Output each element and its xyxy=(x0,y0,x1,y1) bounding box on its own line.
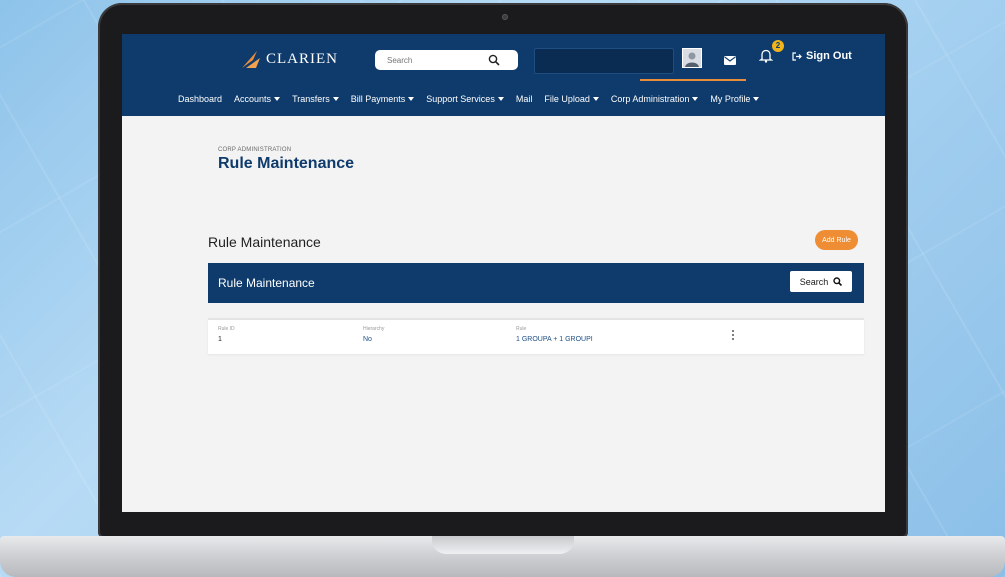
cell-rule-id: Rule ID 1 xyxy=(218,326,235,343)
section-title: Rule Maintenance xyxy=(208,234,321,250)
search-button[interactable]: Search xyxy=(790,271,852,292)
nav-item-bill-payments[interactable]: Bill Payments xyxy=(351,94,415,104)
sign-out-icon xyxy=(792,51,802,61)
app-screen: CLARIEN 2 Sign Out Dashboard Accounts xyxy=(122,34,885,512)
column-header-rule: Rule xyxy=(516,326,527,332)
panel-title: Rule Maintenance xyxy=(218,276,315,290)
nav-item-accounts[interactable]: Accounts xyxy=(234,94,281,104)
top-header: CLARIEN 2 Sign Out Dashboard Accounts xyxy=(122,34,885,116)
nav-item-mail[interactable]: Mail xyxy=(516,94,533,104)
laptop-notch xyxy=(432,536,574,554)
rule-value: 1 GROUPA + 1 GROUPI xyxy=(516,336,593,343)
panel-header: Rule Maintenance Search xyxy=(208,263,864,303)
cell-rule: Rule 1 GROUPA + 1 GROUPI xyxy=(516,326,593,343)
more-options-icon[interactable] xyxy=(731,330,735,342)
caret-down-icon xyxy=(497,97,504,101)
nav-item-my-profile[interactable]: My Profile xyxy=(710,94,760,104)
page-title: Rule Maintenance xyxy=(218,155,355,172)
clarien-logo-icon xyxy=(240,48,262,70)
nav-item-file-upload[interactable]: File Upload xyxy=(544,94,599,104)
search-input[interactable] xyxy=(385,54,489,66)
cell-hierarchy: Hierarchy No xyxy=(363,326,384,343)
notification-badge: 2 xyxy=(772,40,784,52)
column-header-hierarchy: Hierarchy xyxy=(363,326,385,332)
caret-down-icon xyxy=(592,97,599,101)
nav-item-transfers[interactable]: Transfers xyxy=(292,94,339,104)
search-box[interactable] xyxy=(375,50,518,70)
sign-out-label: Sign Out xyxy=(806,50,852,62)
logo-text: CLARIEN xyxy=(266,50,338,67)
caret-down-icon xyxy=(274,97,281,101)
main-nav: Dashboard Accounts Transfers Bill Paymen… xyxy=(178,94,771,104)
hierarchy-value: No xyxy=(363,336,372,343)
caret-down-icon xyxy=(692,97,699,101)
nav-item-support-services[interactable]: Support Services xyxy=(426,94,504,104)
column-header-rule-id: Rule ID xyxy=(218,326,235,332)
logo[interactable]: CLARIEN xyxy=(240,46,338,72)
nav-item-corp-administration[interactable]: Corp Administration xyxy=(611,94,699,104)
rule-id-value: 1 xyxy=(218,336,222,343)
caret-down-icon xyxy=(753,97,760,101)
nav-item-dashboard[interactable]: Dashboard xyxy=(178,94,222,104)
breadcrumb: CORP ADMINISTRATION xyxy=(218,147,292,153)
camera-icon xyxy=(502,14,508,20)
search-button-label: Search xyxy=(799,276,829,287)
nav-accent-line xyxy=(640,79,746,81)
table-row[interactable]: Rule ID 1 Hierarchy No Rule 1 GROUPA + 1… xyxy=(208,318,864,354)
add-rule-button[interactable]: Add Rule xyxy=(815,230,858,250)
search-icon[interactable] xyxy=(488,53,500,71)
search-icon xyxy=(833,277,843,286)
caret-down-icon xyxy=(408,97,415,101)
avatar[interactable] xyxy=(682,48,702,68)
mail-icon[interactable] xyxy=(724,52,736,70)
account-selector[interactable] xyxy=(534,48,674,74)
sign-out-button[interactable]: Sign Out xyxy=(792,50,852,62)
caret-down-icon xyxy=(332,97,339,101)
bell-icon[interactable] xyxy=(758,48,774,68)
